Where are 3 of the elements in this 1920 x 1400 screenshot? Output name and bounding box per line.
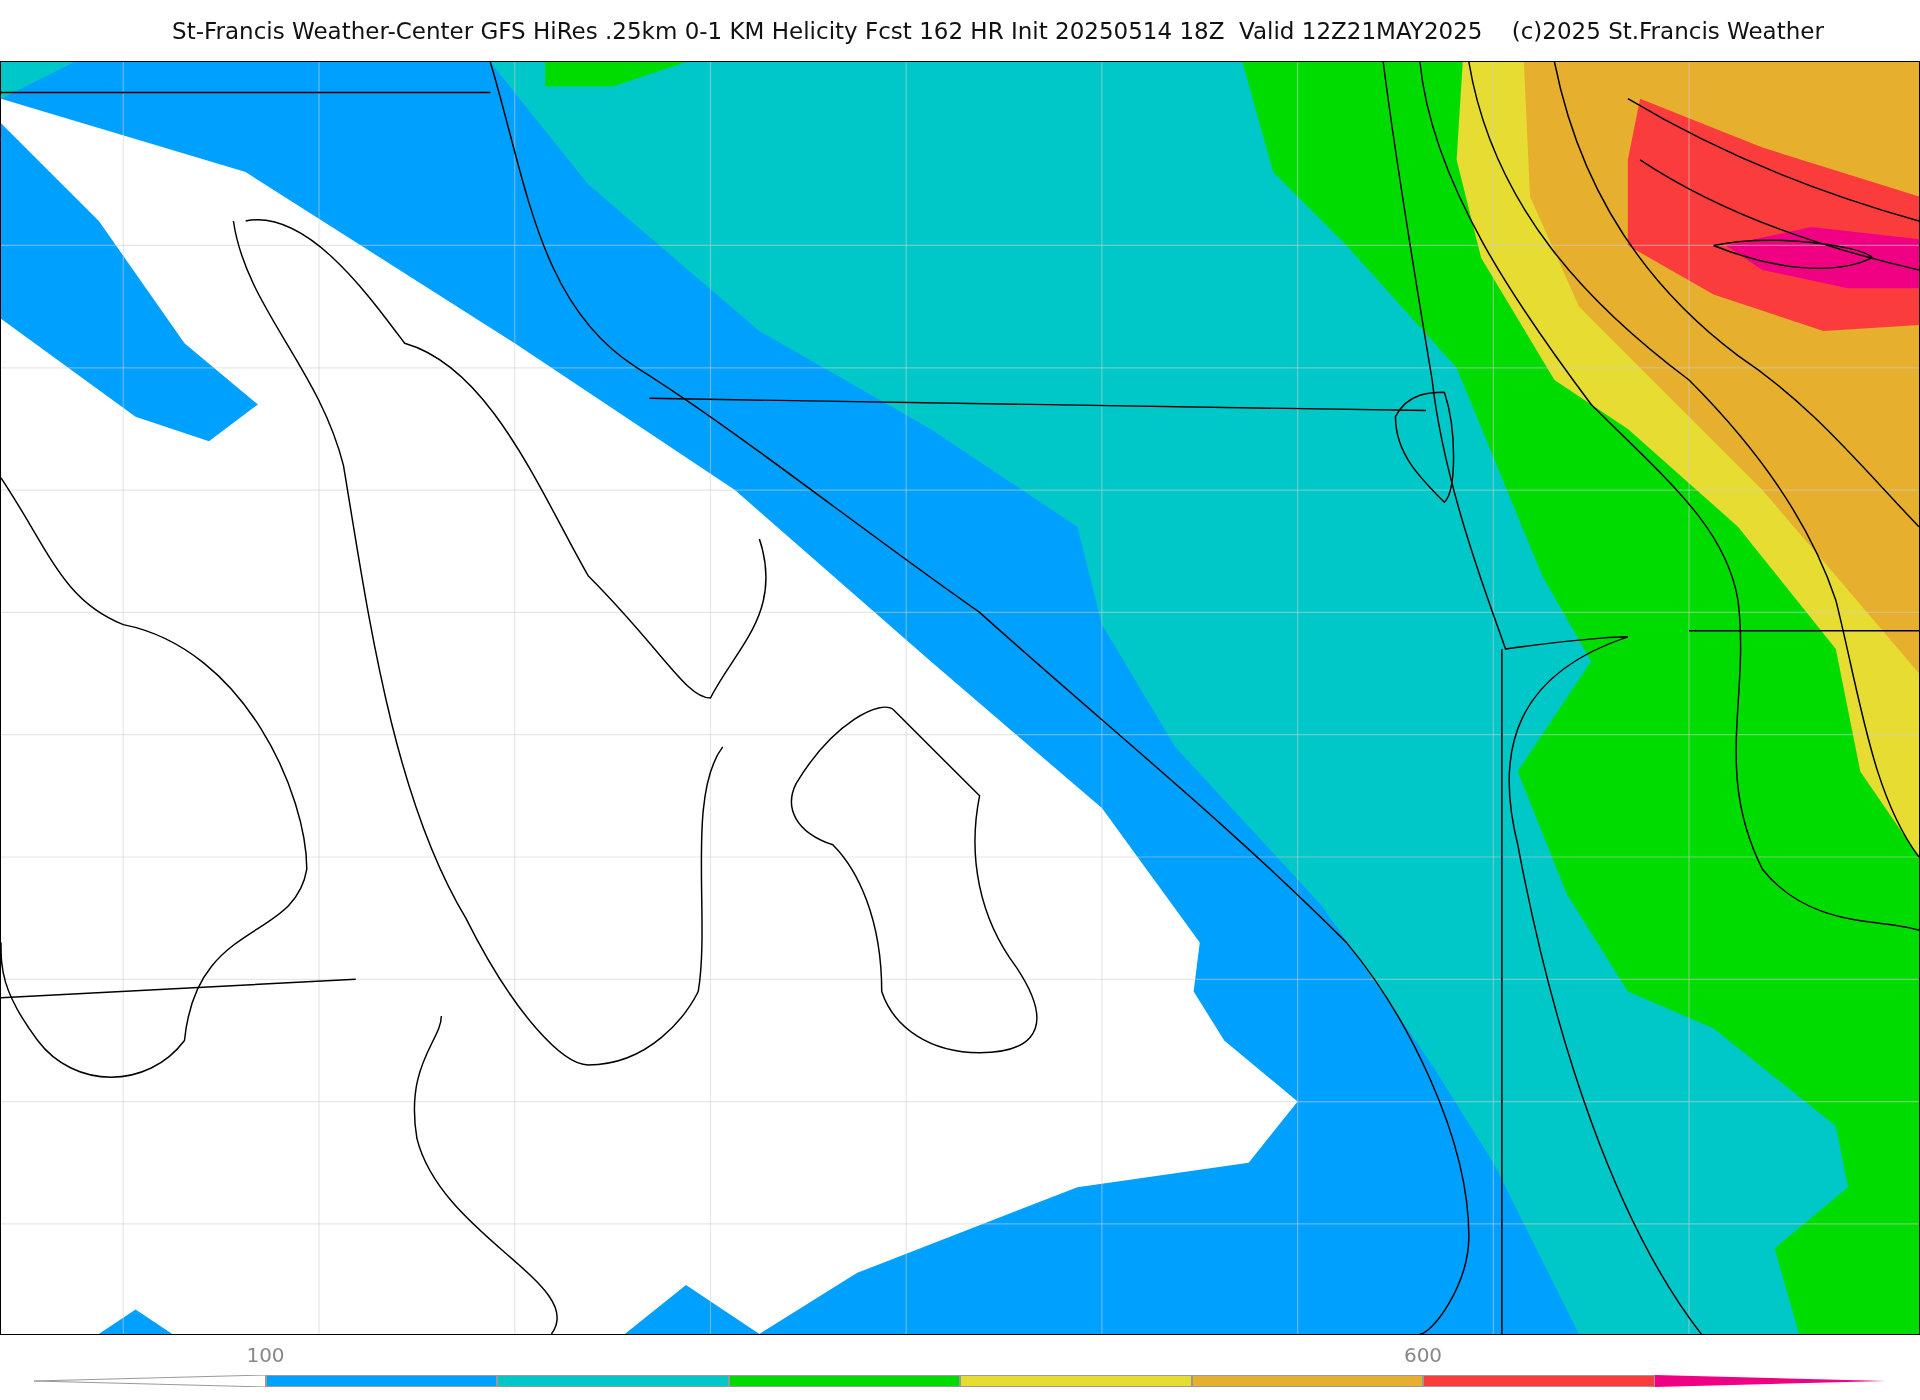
colorbar-tick-label: 100	[246, 1343, 285, 1367]
colorbar-tick-label: 600	[1403, 1343, 1443, 1367]
map-title: St-Francis Weather-Center GFS HiRes .25km 0-1 KM Helicity Fcst 162 HR Init 20250514 18Z Valid 12Z21MAY2025 (c)2025 St.Francis Weather	[172, 17, 1824, 44]
